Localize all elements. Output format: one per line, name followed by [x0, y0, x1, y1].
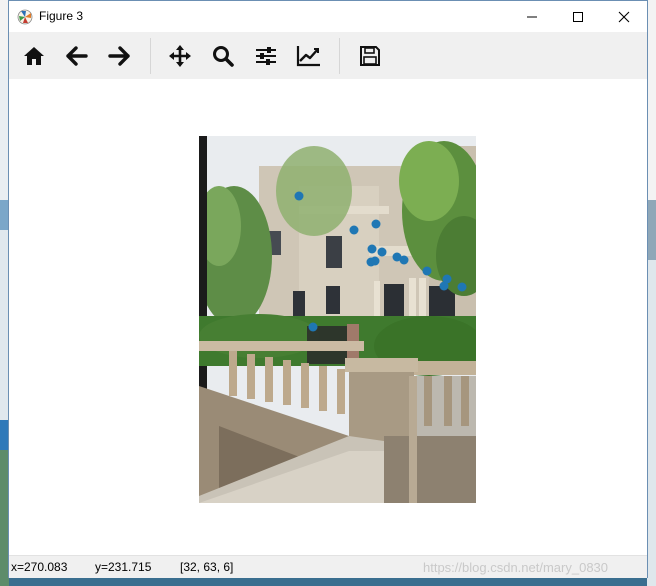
maximize-button[interactable] [555, 1, 601, 32]
move-icon [169, 45, 191, 67]
sliders-icon [256, 47, 276, 65]
title-bar[interactable]: Figure 3 [9, 1, 647, 32]
save-button[interactable] [353, 40, 387, 72]
toolbar-separator [339, 38, 340, 74]
scatter-point [399, 255, 409, 265]
home-icon [24, 47, 44, 65]
toolbar-separator [150, 38, 151, 74]
magnifier-icon [213, 46, 234, 67]
scatter-point [422, 266, 432, 276]
arrow-left-icon [66, 46, 88, 66]
pan-button[interactable] [163, 40, 197, 72]
close-icon [618, 11, 630, 22]
minimize-button[interactable] [509, 1, 555, 32]
cursor-x-readout: x=270.083 [11, 560, 68, 574]
matplotlib-logo-icon [17, 9, 33, 25]
status-bar: x=270.083 y=231.715 [32, 63, 6] https://… [9, 555, 647, 578]
figure-window: Figure 3 x=270.083 y=231.715 [32, 63, 6]… [8, 0, 648, 578]
scatter-point [370, 256, 380, 266]
home-button[interactable] [17, 40, 51, 72]
minimize-icon [527, 16, 537, 17]
building-photo [199, 136, 476, 503]
arrow-right-icon [108, 46, 130, 66]
scatter-point [349, 225, 359, 235]
figure-canvas[interactable] [9, 79, 647, 555]
scatter-point [308, 322, 318, 332]
watermark-text: https://blog.csdn.net/mary_0830 [423, 560, 609, 575]
line-chart-icon [296, 46, 320, 67]
configure-subplots-button[interactable] [249, 40, 283, 72]
forward-button[interactable] [102, 40, 136, 72]
maximize-icon [573, 11, 583, 22]
scatter-point [367, 244, 377, 254]
scatter-point [294, 191, 304, 201]
zoom-button[interactable] [206, 40, 240, 72]
scatter-point [442, 274, 452, 284]
scatter-point [371, 219, 381, 229]
close-button[interactable] [601, 1, 647, 32]
pixel-value-readout: [32, 63, 6] [180, 560, 234, 574]
cursor-y-readout: y=231.715 [95, 560, 152, 574]
desktop-background-right [647, 0, 656, 586]
scatter-point [377, 247, 387, 257]
scatter-point [457, 282, 467, 292]
floppy-disk-icon [360, 46, 380, 66]
navigation-toolbar [9, 32, 647, 80]
back-button[interactable] [60, 40, 94, 72]
window-title: Figure 3 [39, 9, 84, 23]
edit-axis-button[interactable] [292, 40, 326, 72]
